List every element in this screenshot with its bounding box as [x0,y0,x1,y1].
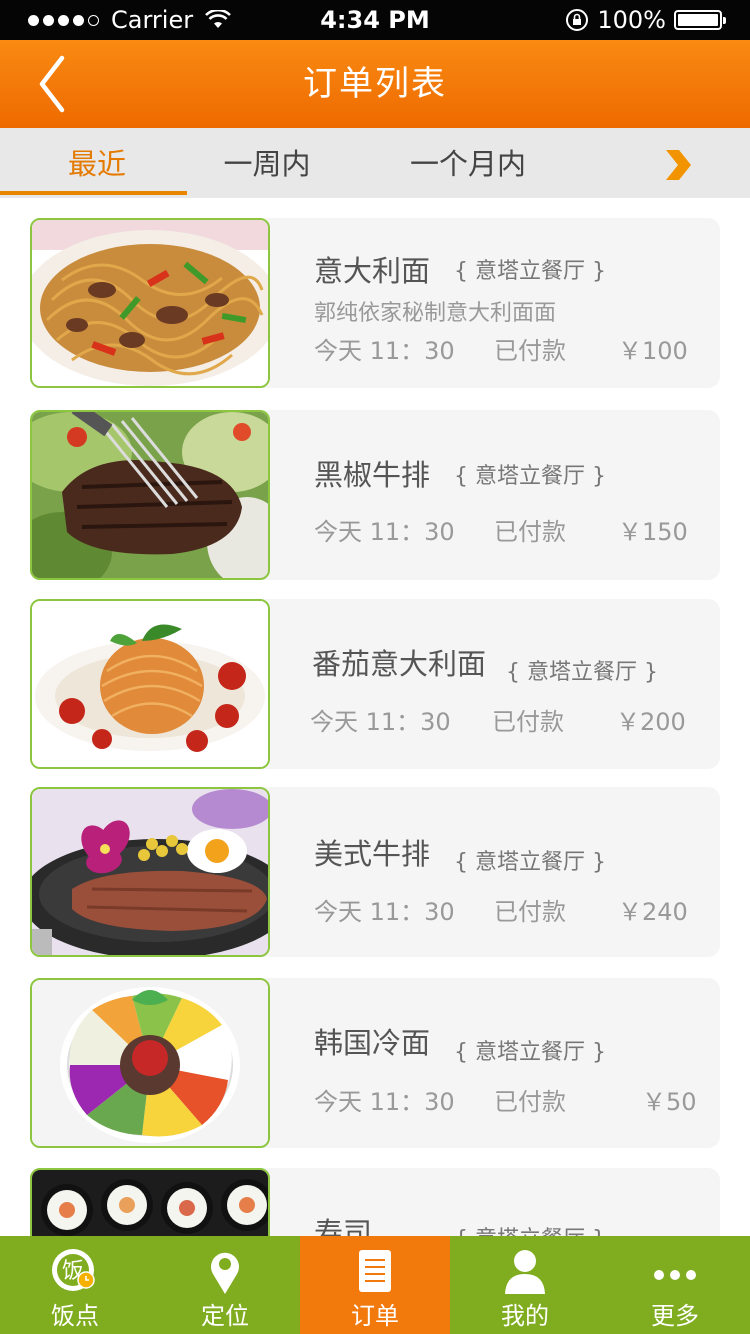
dish-photo-american-steak [30,787,270,957]
dish-name: 寿司 [314,1216,373,1236]
restaurant-name: { 意塔立餐厅 } [454,1040,606,1065]
dish-name: 韩国冷面 [314,1026,431,1060]
battery-icon [674,10,726,30]
order-card[interactable]: 番茄意大利面 { 意塔立餐厅 } 今天 11：30 已付款 ￥200 [30,599,720,769]
order-card[interactable]: 黑椒牛排 { 意塔立餐厅 } 今天 11：30 已付款 ￥150 [30,410,720,580]
nav-bar: 订单列表 [0,40,750,128]
dish-name: 番茄意大利面 [312,647,487,681]
dish-photo-tomato-spaghetti [30,599,270,769]
tabbar-label: 我的 [501,1302,549,1330]
order-card[interactable]: 美式牛排 { 意塔立餐厅 } 今天 11：30 已付款 ￥240 [30,787,720,957]
location-pin-icon [211,1252,239,1294]
payment-status: 已付款 [494,898,566,926]
order-price: ￥240 [618,898,688,926]
tabbar-item-location[interactable]: 定位 [150,1236,300,1334]
rice-clock-icon: 饭 [52,1249,95,1291]
tabbar-item-orders[interactable]: 订单 [300,1236,450,1334]
orientation-lock-icon [566,9,589,31]
order-list-icon [359,1250,391,1292]
order-card[interactable]: 意大利面 { 意塔立餐厅 } 郭纯依家秘制意大利面面 今天 11：30 已付款 … [30,218,720,388]
bottom-tab-bar: 饭 饭点 定位 订单 我的 更多 [0,1236,750,1334]
restaurant-name: { 意塔立餐厅 } [454,464,606,489]
dish-name: 黑椒牛排 [314,458,431,492]
battery-percent: 100% [597,6,666,34]
order-price: ￥50 [642,1088,697,1116]
tabbar-label: 更多 [651,1302,699,1330]
order-price: ￥200 [616,708,686,736]
dish-description: 郭纯依家秘制意大利面面 [314,301,557,326]
user-icon [505,1250,545,1294]
order-time: 今天 11：30 [314,337,455,365]
dish-photo-spaghetti [30,218,270,388]
time-filter-tabs: 最近 一周内 一个月内 [0,128,750,198]
tab-week[interactable]: 一周内 [172,128,362,198]
tabbar-label: 饭点 [51,1302,99,1330]
chevron-right-icon[interactable] [660,148,694,182]
dish-photo-pepper-steak [30,410,270,580]
status-bar: Carrier 4:34 PM 100% [0,0,750,40]
dish-photo-korean-cold-noodles [30,978,270,1148]
order-card[interactable]: 寿司 { 意塔立餐厅 } [30,1168,720,1236]
status-bar-right: 100% [565,6,726,34]
order-time: 今天 11：30 [314,1088,455,1116]
order-price: ￥150 [618,518,688,546]
payment-status: 已付款 [494,518,566,546]
restaurant-name: { 意塔立餐厅 } [506,660,658,685]
restaurant-name: { 意塔立餐厅 } [454,1221,606,1236]
dish-photo-sushi [30,1168,270,1236]
tabbar-item-me[interactable]: 我的 [450,1236,600,1334]
payment-status: 已付款 [492,708,564,736]
order-time: 今天 11：30 [314,518,455,546]
payment-status: 已付款 [494,337,566,365]
tabbar-label: 订单 [351,1302,399,1330]
tab-month[interactable]: 一个月内 [378,128,558,198]
order-time: 今天 11：30 [314,898,455,926]
tabbar-item-fandian[interactable]: 饭 饭点 [0,1236,150,1334]
tab-recent[interactable]: 最近 [0,128,194,198]
dish-name: 意大利面 [314,254,431,288]
order-list: 意大利面 { 意塔立餐厅 } 郭纯依家秘制意大利面面 今天 11：30 已付款 … [0,198,750,1236]
restaurant-name: { 意塔立餐厅 } [454,259,606,284]
order-card[interactable]: 韩国冷面 { 意塔立餐厅 } 今天 11：30 已付款 ￥50 [30,978,720,1148]
payment-status: 已付款 [494,1088,566,1116]
more-dots-icon [654,1270,696,1280]
page-title: 订单列表 [303,64,447,104]
restaurant-name: { 意塔立餐厅 } [454,850,606,875]
order-time: 今天 11：30 [310,708,451,736]
active-tab-indicator [0,191,187,195]
tabbar-label: 定位 [201,1302,249,1330]
tabbar-item-more[interactable]: 更多 [600,1236,750,1334]
dish-name: 美式牛排 [314,837,431,871]
order-price: ￥100 [618,337,688,365]
